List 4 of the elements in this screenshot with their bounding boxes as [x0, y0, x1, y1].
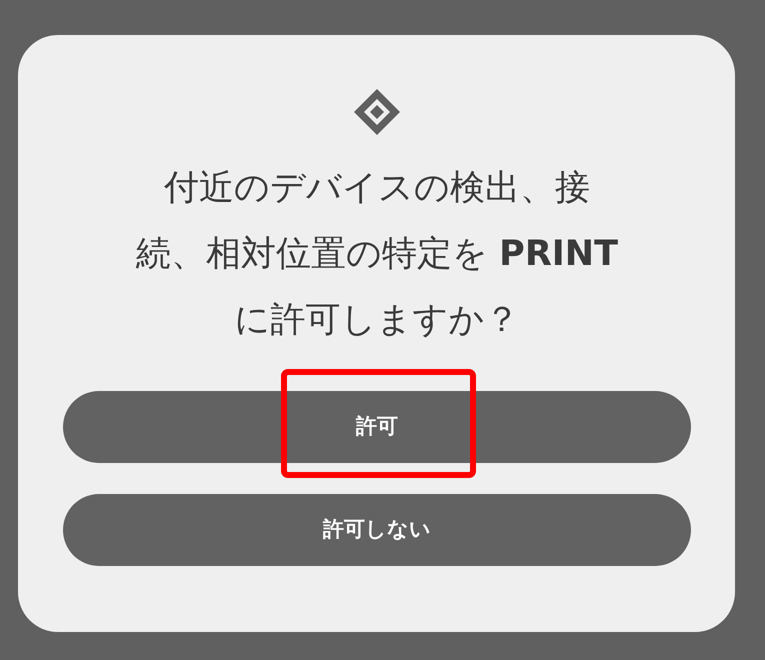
deny-button[interactable]: 許可しない: [63, 494, 691, 566]
allow-button[interactable]: 許可: [63, 391, 691, 463]
diamond-icon: [352, 87, 402, 137]
permission-message: 付近のデバイスの検出、接続、相対位置の特定を PRINT に許可しますか？: [136, 167, 618, 342]
